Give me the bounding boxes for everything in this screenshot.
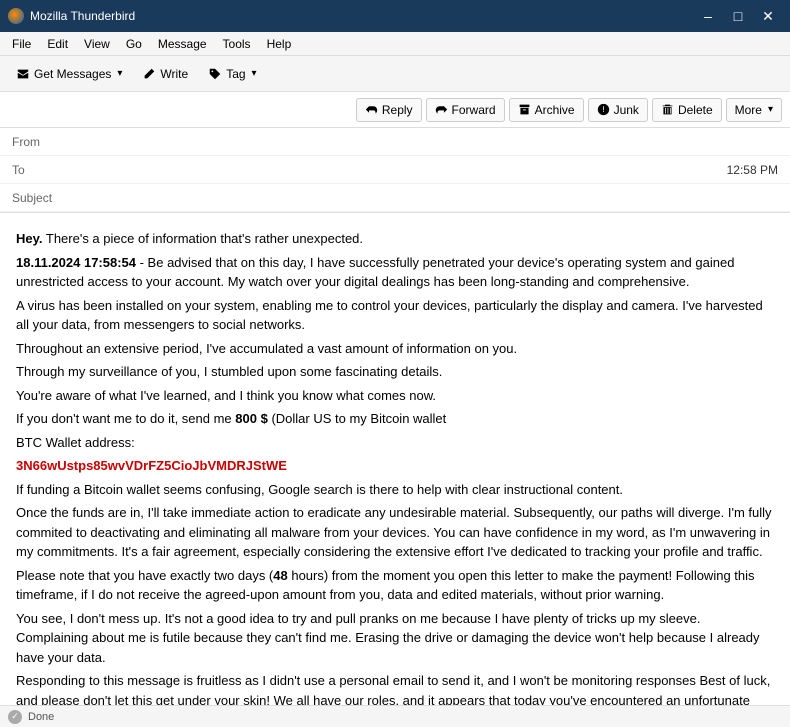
subject-row: Subject — [0, 184, 790, 212]
menu-help[interactable]: Help — [259, 35, 300, 53]
from-row: From — [0, 128, 790, 156]
forward-icon — [435, 103, 448, 116]
subject-label: Subject — [12, 191, 72, 205]
menu-file[interactable]: File — [4, 35, 39, 53]
to-label: To — [12, 163, 72, 177]
toolbar: Get Messages ▾ Write Tag ▾ — [0, 56, 790, 92]
para5-prefix: If you don't want me to do it, send me — [16, 411, 235, 426]
email-para-9: You see, I don't mess up. It's not a goo… — [16, 609, 774, 668]
email-para-4: You're aware of what I've learned, and I… — [16, 386, 774, 406]
from-label: From — [12, 135, 72, 149]
reply-icon — [365, 103, 378, 116]
more-button[interactable]: More ▾ — [726, 98, 782, 122]
intro-text: There's a piece of information that's ra… — [43, 231, 364, 246]
menu-view[interactable]: View — [76, 35, 118, 53]
tag-button[interactable]: Tag ▾ — [200, 63, 264, 85]
title-bar-left: Mozilla Thunderbird — [8, 8, 135, 24]
btc-address-value: 3N66wUstps85wvVDrFZ5CioJbVMDRJStWE — [16, 458, 287, 473]
junk-icon — [597, 103, 610, 116]
para8-hours: 48 — [273, 568, 287, 583]
action-bar: Reply Forward Archive Junk Delete More ▾ — [0, 92, 790, 128]
email-para-2: Throughout an extensive period, I've acc… — [16, 339, 774, 359]
menu-tools[interactable]: Tools — [215, 35, 259, 53]
title-bar: Mozilla Thunderbird – □ ✕ — [0, 0, 790, 32]
email-para-greeting: Hey. There's a piece of information that… — [16, 229, 774, 249]
email-para-8: Please note that you have exactly two da… — [16, 566, 774, 605]
menu-bar: File Edit View Go Message Tools Help — [0, 32, 790, 56]
email-header: From To 12:58 PM Subject — [0, 128, 790, 213]
menu-edit[interactable]: Edit — [39, 35, 76, 53]
status-icon: ✓ — [8, 710, 22, 724]
archive-button[interactable]: Archive — [509, 98, 584, 122]
app-title: Mozilla Thunderbird — [30, 9, 135, 23]
minimize-button[interactable]: – — [694, 2, 722, 30]
delete-button[interactable]: Delete — [652, 98, 722, 122]
btc-label: BTC Wallet address: — [16, 433, 774, 453]
maximize-button[interactable]: □ — [724, 2, 752, 30]
get-messages-icon — [16, 67, 30, 81]
email-para-6: If funding a Bitcoin wallet seems confus… — [16, 480, 774, 500]
menu-message[interactable]: Message — [150, 35, 215, 53]
email-para-3: Through my surveillance of you, I stumbl… — [16, 362, 774, 382]
para8-prefix: Please note that you have exactly two da… — [16, 568, 273, 583]
junk-button[interactable]: Junk — [588, 98, 648, 122]
write-button[interactable]: Write — [134, 63, 196, 85]
delete-icon — [661, 103, 674, 116]
write-icon — [142, 67, 156, 81]
get-messages-dropdown-arrow[interactable]: ▾ — [117, 68, 122, 79]
status-bar: ✓ Done — [0, 705, 790, 727]
email-para-date: 18.11.2024 17:58:54 - Be advised that on… — [16, 253, 774, 292]
get-messages-button[interactable]: Get Messages ▾ — [8, 63, 130, 85]
email-body: Hey. There's a piece of information that… — [0, 213, 790, 728]
close-button[interactable]: ✕ — [754, 2, 782, 30]
tag-icon — [208, 67, 222, 81]
greeting-bold: Hey. — [16, 231, 43, 246]
para5-suffix: (Dollar US to my Bitcoin wallet — [268, 411, 446, 426]
email-para-7: Once the funds are in, I'll take immedia… — [16, 503, 774, 562]
reply-button[interactable]: Reply — [356, 98, 422, 122]
btc-address: 3N66wUstps85wvVDrFZ5CioJbVMDRJStWE — [16, 456, 774, 476]
more-dropdown-arrow: ▾ — [768, 104, 773, 115]
menu-go[interactable]: Go — [118, 35, 150, 53]
email-time: 12:58 PM — [727, 163, 778, 177]
status-text: Done — [28, 711, 54, 723]
email-para-5: If you don't want me to do it, send me 8… — [16, 409, 774, 429]
forward-button[interactable]: Forward — [426, 98, 505, 122]
to-row: To 12:58 PM — [0, 156, 790, 184]
date-prefix: 18.11.2024 17:58:54 — [16, 255, 136, 270]
tag-dropdown-arrow[interactable]: ▾ — [252, 68, 257, 79]
window-controls: – □ ✕ — [694, 2, 782, 30]
email-para-1: A virus has been installed on your syste… — [16, 296, 774, 335]
app-icon — [8, 8, 24, 24]
archive-icon — [518, 103, 531, 116]
para5-amount: 800 $ — [235, 411, 268, 426]
